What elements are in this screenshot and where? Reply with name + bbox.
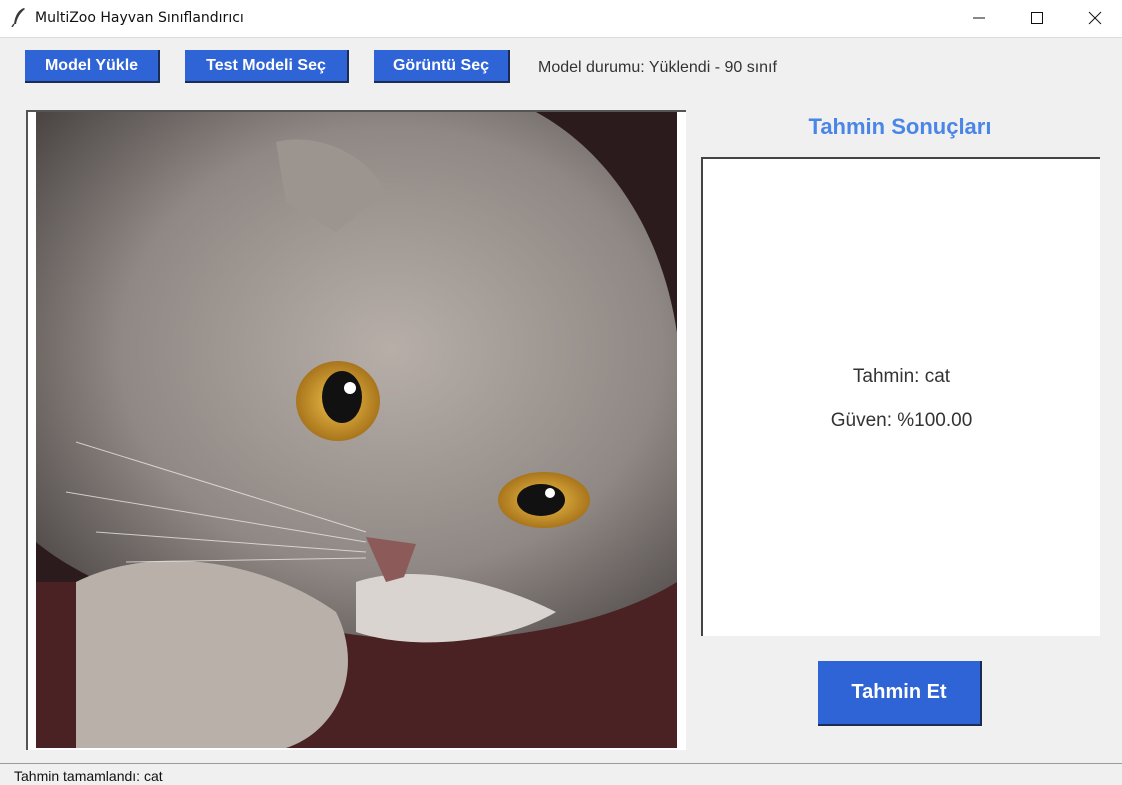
- minimize-icon: [973, 17, 985, 19]
- select-image-button[interactable]: Görüntü Seç: [374, 50, 510, 83]
- feather-icon: [11, 7, 27, 28]
- maximize-button[interactable]: [1008, 0, 1066, 36]
- minimize-button[interactable]: [950, 0, 1008, 36]
- title-bar: MultiZoo Hayvan Sınıflandırıcı: [0, 0, 1122, 38]
- prediction-text: Tahmin: cat: [852, 366, 951, 387]
- select-test-model-button[interactable]: Test Modeli Seç: [185, 50, 349, 83]
- status-bar-text: Tahmin tamamlandı: cat: [14, 768, 163, 784]
- image-panel: [26, 110, 686, 750]
- load-model-button[interactable]: Model Yükle: [25, 50, 160, 83]
- close-button[interactable]: [1066, 0, 1122, 36]
- status-bar: Tahmin tamamlandı: cat: [0, 763, 1122, 785]
- cat-photo: [36, 112, 677, 748]
- close-icon: [1088, 11, 1102, 25]
- results-panel: Tahmin: cat Güven: %100.00: [701, 157, 1100, 636]
- confidence-text: Güven: %100.00: [830, 410, 973, 431]
- window-title: MultiZoo Hayvan Sınıflandırıcı: [35, 10, 244, 26]
- model-status-label: Model durumu: Yüklendi - 90 sınıf: [538, 59, 777, 76]
- maximize-icon: [1031, 12, 1043, 24]
- results-title: Tahmin Sonuçları: [808, 114, 992, 139]
- predict-button[interactable]: Tahmin Et: [818, 661, 982, 726]
